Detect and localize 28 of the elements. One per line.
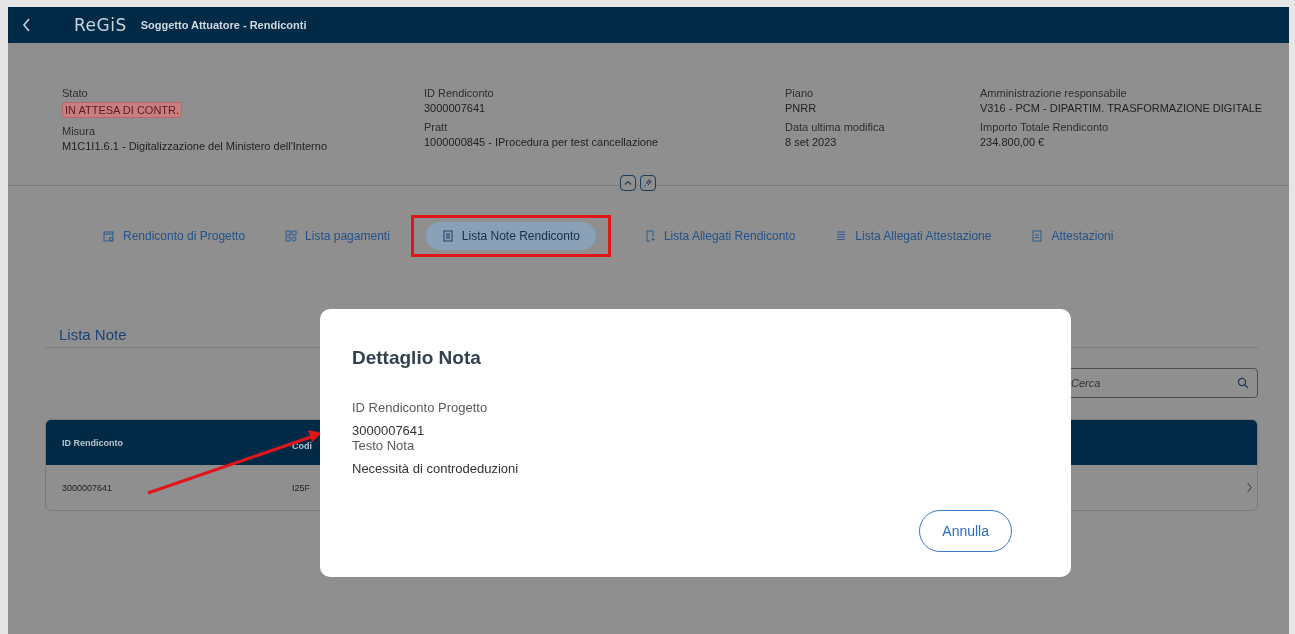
field-label: Importo Totale Rendiconto (980, 121, 1110, 133)
field-label: ID Rendiconto (424, 87, 495, 99)
field-value: 8 set 2023 (785, 136, 838, 148)
column-header: ID Rendiconto (62, 437, 124, 448)
field-label: Amministrazione responsabile (980, 87, 1128, 99)
table-cell-text: I25F (292, 482, 311, 493)
field-label: Misura (62, 125, 96, 137)
field-label: ID Rendiconto Progetto (352, 400, 489, 415)
field-value: PNRR (785, 102, 818, 114)
field-value: V316 - PCM - DIPARTIM. TRASFORMAZIONE DIGITALE (980, 102, 1263, 114)
status-badge: IN ATTESA DI CONTR. (62, 102, 183, 118)
field-label: Data ultima modifica (785, 121, 886, 133)
dialog-title: Dettaglio Nota (352, 347, 482, 369)
section-title: Lista Note (59, 326, 127, 343)
field-value: M1C1I1.6.1 - Digitalizzazione del Ministero dell'Interno (62, 140, 328, 152)
app-logo: ReGiS (74, 15, 127, 35)
field-label: Piano (785, 87, 815, 99)
field-value: 234.800,00 € (980, 136, 1046, 148)
field-value: 1000000845 - IProcedura per test cancellazione (424, 136, 660, 148)
app-title: Soggetto Attuatore - Rendiconti (140, 19, 307, 31)
field-value: 3000007641 (424, 102, 487, 114)
field-label: Pratt (424, 121, 449, 133)
field-value: Necessità di controdeduzioni (352, 461, 520, 476)
column-header: Codi (292, 439, 313, 451)
field-label: Stato (62, 87, 89, 99)
table-cell-text: 3000007641 (62, 482, 114, 493)
field-label: Testo Nota (352, 438, 416, 453)
field-value: 3000007641 (352, 423, 426, 438)
